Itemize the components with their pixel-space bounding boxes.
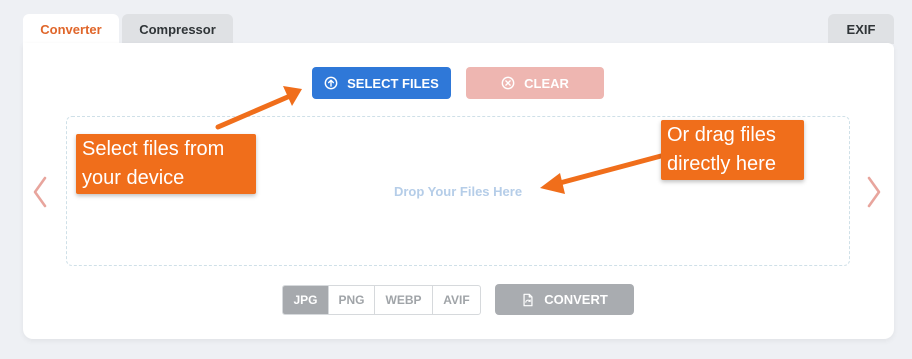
select-files-button[interactable]: SELECT FILES [312, 67, 451, 99]
x-circle-icon [501, 76, 515, 90]
format-png[interactable]: PNG [329, 286, 375, 314]
chevron-right-icon[interactable] [864, 172, 884, 212]
format-selector: JPG PNG WEBP AVIF [282, 285, 481, 315]
callout-drag-files: Or drag files directly here [661, 120, 804, 180]
callout-right-line2: directly here [667, 153, 776, 175]
callout-select-files: Select files from your device [76, 134, 256, 194]
format-webp[interactable]: WEBP [375, 286, 433, 314]
format-jpg[interactable]: JPG [283, 286, 329, 314]
convert-button[interactable]: CONVERT [495, 284, 634, 315]
convert-label: CONVERT [544, 292, 608, 307]
callout-left-line2: your device [82, 167, 185, 189]
tab-compressor[interactable]: Compressor [122, 14, 233, 44]
upload-circle-icon [324, 76, 338, 90]
select-files-label: SELECT FILES [347, 75, 439, 91]
tab-converter[interactable]: Converter [23, 14, 119, 44]
callout-left-line1: Select files from [82, 138, 225, 160]
convert-file-icon [523, 293, 533, 306]
callout-right-line1: Or drag files [667, 124, 776, 146]
format-avif[interactable]: AVIF [433, 286, 480, 314]
tab-exif[interactable]: EXIF [828, 14, 894, 44]
clear-button[interactable]: CLEAR [466, 67, 604, 99]
clear-label: CLEAR [524, 75, 569, 91]
chevron-left-icon[interactable] [30, 172, 50, 212]
